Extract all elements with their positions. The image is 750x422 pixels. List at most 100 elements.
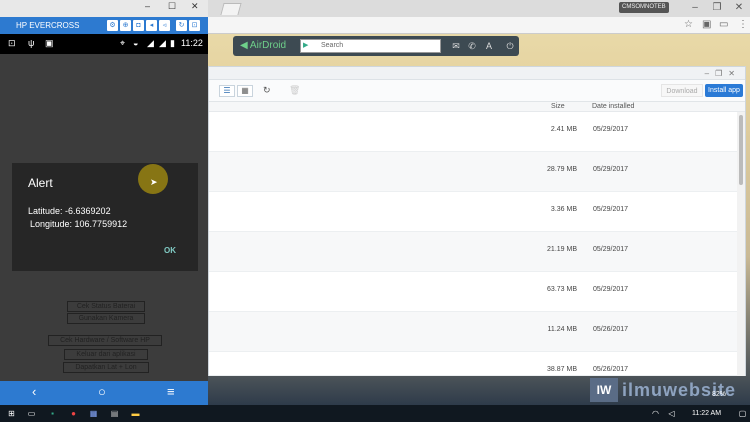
app-date: 05/29/2017 xyxy=(593,286,629,293)
table-row[interactable]: 63.73 MB 05/29/2017 xyxy=(209,272,737,312)
watermark-logo: IW xyxy=(590,378,618,402)
signal-icon-2: ◢ xyxy=(159,38,166,48)
table-row[interactable]: 38.87 MB 05/26/2017 xyxy=(209,352,737,376)
start-icon[interactable]: ⊞ xyxy=(6,408,17,419)
font-icon[interactable]: A xyxy=(482,39,496,53)
scrollbar-thumb[interactable] xyxy=(739,115,743,185)
phone-clock: 11:22 xyxy=(181,38,203,48)
app-size: 2.41 MB xyxy=(550,126,577,133)
message-icon[interactable]: ✉ xyxy=(449,39,463,53)
dialog-ok-button[interactable]: OK xyxy=(164,246,176,255)
table-row[interactable]: 2.41 MB 05/29/2017 xyxy=(209,112,737,152)
airdroid-logo: ◀ AirDroid xyxy=(240,40,287,51)
table-row[interactable]: 11.24 MB 05/26/2017 xyxy=(209,312,737,352)
menu-exit[interactable]: Keluar dari aplikasi xyxy=(64,349,148,360)
app-size: 63.73 MB xyxy=(547,286,577,293)
phone-nav-bar: ‹ ○ ≡ xyxy=(0,381,208,405)
download-button[interactable]: Download xyxy=(661,84,703,97)
phone-window-titlebar: – ☐ ✕ xyxy=(0,0,208,17)
power-icon[interactable]: ⏻ xyxy=(503,39,517,53)
app-size: 11.24 MB xyxy=(547,326,577,333)
menu-latlon[interactable]: Dapatkan Lat + Lon xyxy=(63,362,149,373)
browser-maximize-button[interactable]: ❐ xyxy=(706,0,728,16)
trash-icon[interactable]: 🗑 xyxy=(289,85,300,96)
wifi-icon: ◒ xyxy=(133,38,139,48)
volume-up-icon[interactable]: ◂ xyxy=(146,20,157,31)
menu-hardware[interactable]: Cek Hardware / Software HP xyxy=(48,335,162,346)
browser-minimize-button[interactable]: – xyxy=(684,0,706,16)
notification-icon: ▣ xyxy=(45,38,54,48)
table-row[interactable]: 28.79 MB 05/29/2017 xyxy=(209,152,737,192)
wifi-tray-icon[interactable]: ◠ xyxy=(650,408,661,419)
browser-tab-strip xyxy=(208,0,750,17)
search-input[interactable]: Search xyxy=(300,39,441,53)
app-date: 05/29/2017 xyxy=(593,166,629,173)
task-view-icon[interactable]: ▭ xyxy=(26,408,37,419)
browser-window-controls: – ❐ ✕ xyxy=(684,0,750,16)
browser-new-tab[interactable] xyxy=(220,3,242,15)
table-row[interactable]: 3.36 MB 05/29/2017 xyxy=(209,192,737,232)
app-date: 05/29/2017 xyxy=(593,206,629,213)
touch-icon[interactable]: ⊕ xyxy=(120,20,131,31)
menu-battery[interactable]: Cek Status Baterai xyxy=(67,301,145,312)
phone-icon[interactable]: ✆ xyxy=(465,39,479,53)
extension-icon[interactable]: ▣ xyxy=(702,19,711,30)
home-icon[interactable]: ○ xyxy=(98,384,106,399)
taskbar-clock[interactable]: 11:22 AM xyxy=(692,405,721,422)
browser-address-bar[interactable]: ☆ ▣ ▭ ⋮ xyxy=(208,17,750,34)
phone-minimize-button[interactable]: – xyxy=(145,1,150,11)
explorer-icon[interactable]: ▬ xyxy=(130,408,141,419)
cast-icon[interactable]: ▭ xyxy=(719,19,728,30)
recents-icon[interactable]: ≡ xyxy=(167,384,175,399)
battery-icon: ▮ xyxy=(170,38,175,48)
refresh-icon[interactable]: ↻ xyxy=(263,85,271,96)
phone-maximize-button[interactable]: ☐ xyxy=(168,1,176,12)
cursor-icon: ➤ xyxy=(150,177,158,187)
screenshot-notif-icon: ⊡ xyxy=(8,38,16,48)
signal-icon: ◢ xyxy=(147,38,154,48)
install-app-button[interactable]: Install app xyxy=(705,84,743,97)
watermark-text: ilmuwebsite xyxy=(622,380,737,400)
browser-close-button[interactable]: ✕ xyxy=(728,0,750,16)
phone-close-button[interactable]: ✕ xyxy=(191,1,199,12)
phone-mirror-window: – ☐ ✕ HP EVERCROSS ⚙ ⊕ ◘ ◂ ◃ ↻ ⊡ ⊡ ψ ▣ ⌖… xyxy=(0,0,208,405)
app-size: 21.19 MB xyxy=(547,246,577,253)
fullscreen-icon[interactable]: ⊡ xyxy=(189,20,200,31)
panel-titlebar: –❐✕ xyxy=(209,67,745,80)
browser-profile-badge: CMSOMNOTEB xyxy=(619,2,669,13)
app-date: 05/26/2017 xyxy=(593,366,629,373)
rotate-icon[interactable]: ↻ xyxy=(176,20,187,31)
app-size: 28.79 MB xyxy=(547,166,577,173)
grid-view-icon[interactable]: ▦ xyxy=(237,85,253,97)
volume-tray-icon[interactable]: ◁ xyxy=(666,408,677,419)
app-date: 05/26/2017 xyxy=(593,326,629,333)
camera-icon[interactable]: ◘ xyxy=(133,20,144,31)
column-date-installed[interactable]: Date installed xyxy=(592,102,634,112)
tray-battery: 82% xyxy=(712,391,727,398)
device-name: HP EVERCROSS xyxy=(16,21,80,30)
app-date: 05/29/2017 xyxy=(593,246,629,253)
column-size[interactable]: Size xyxy=(551,102,565,112)
table-row[interactable]: 21.19 MB 05/29/2017 xyxy=(209,232,737,272)
menu-camera[interactable]: Gunakan Kamera xyxy=(67,313,145,324)
app-size: 38.87 MB xyxy=(547,366,577,373)
app-icon-2[interactable]: ▦ xyxy=(88,408,99,419)
notifications-tray-icon[interactable]: ▢ xyxy=(737,408,748,419)
windows-taskbar: ⊞ ▭ ▪ ● ▦ ▤ ▬ ◠ ◁ ▢ xyxy=(0,405,750,422)
list-view-icon[interactable]: ☰ xyxy=(219,85,235,97)
panel-window-controls[interactable]: –❐✕ xyxy=(705,67,741,80)
menu-icon[interactable]: ⋮ xyxy=(738,19,748,30)
volume-down-icon[interactable]: ◃ xyxy=(159,20,170,31)
app-icon-1[interactable]: ▪ xyxy=(47,408,58,419)
star-icon[interactable]: ☆ xyxy=(684,19,693,30)
dialog-latitude: Latitude: -6.6369202 xyxy=(28,206,111,216)
app-icon-3[interactable]: ▤ xyxy=(109,408,120,419)
settings-icon[interactable]: ⚙ xyxy=(107,20,118,31)
usb-icon: ψ xyxy=(28,38,35,48)
table-header: Size Date installed xyxy=(209,102,745,112)
chrome-icon[interactable]: ● xyxy=(68,408,79,419)
location-icon: ⌖ xyxy=(120,38,126,48)
phone-status-bar: ⊡ ψ ▣ ⌖ ◒ ◢ ◢ ▮ 11:22 xyxy=(0,34,208,54)
back-icon[interactable]: ‹ xyxy=(32,384,36,399)
alert-dialog: Alert Latitude: -6.6369202 Longitude: 10… xyxy=(12,163,198,271)
